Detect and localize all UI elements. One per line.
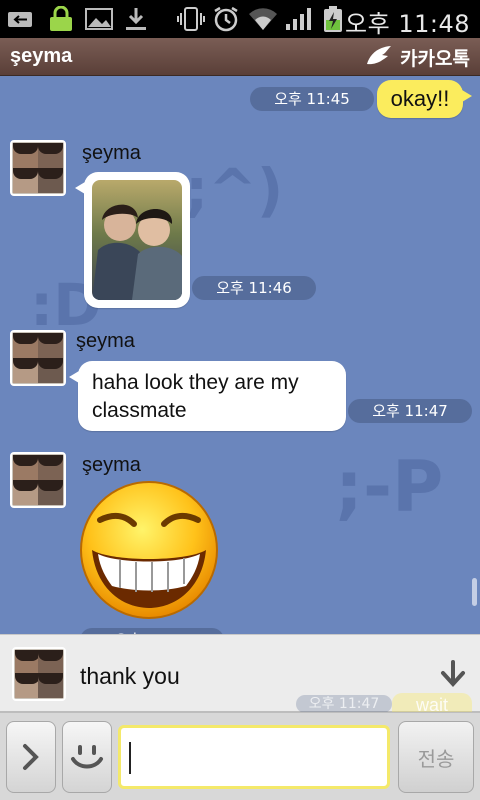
watermark-emoticon: ;^) (185, 156, 284, 224)
chat-title: şeyma (10, 45, 73, 67)
sender-name: şeyma (76, 330, 135, 352)
title-bar: şeyma 카카오톡 (0, 38, 480, 76)
kakaotalk-brand: 카카오톡 (364, 44, 470, 70)
new-message-banner[interactable]: thank you 오후 11:47 wait (0, 634, 480, 713)
chevron-right-icon (23, 744, 39, 770)
signal-icon (286, 8, 311, 30)
outgoing-message-bubble: wait (392, 693, 472, 713)
input-bar: 전송 (0, 712, 480, 800)
expand-menu-button[interactable] (6, 721, 56, 793)
brand-label: 카카오톡 (400, 47, 470, 70)
image-icon (85, 8, 113, 30)
alarm-icon (214, 6, 238, 32)
avatar (12, 647, 66, 701)
message-input-field[interactable] (118, 725, 390, 789)
battery-charging-icon (324, 6, 342, 32)
chat-area[interactable]: ;^) :D ;-P 오후 11:45 okay!! şeyma 오후 11:4… (0, 76, 480, 712)
grinning-face-icon[interactable] (76, 480, 222, 620)
wifi-icon (249, 8, 277, 30)
status-bar: 오후 11:48 (0, 0, 480, 38)
avatar[interactable] (10, 452, 66, 508)
photo-image (92, 204, 182, 300)
send-button[interactable]: 전송 (398, 721, 474, 793)
lock-icon (50, 6, 72, 31)
avatar[interactable] (10, 140, 66, 196)
incoming-message-bubble[interactable]: haha look they are my classmate (69, 361, 346, 431)
scrollbar[interactable] (472, 578, 477, 606)
usb-icon (8, 12, 32, 27)
sender-name: şeyma (82, 454, 141, 476)
shared-photo[interactable] (92, 180, 182, 300)
message-time: 오후 11:46 (192, 276, 316, 300)
text-cursor (129, 742, 131, 774)
kakaotalk-logo-icon (367, 46, 392, 65)
message-time: 오후 11:47 (296, 695, 392, 713)
banner-message-text: thank you (80, 663, 180, 689)
download-icon (126, 8, 146, 30)
status-time: 오후 11:48 (345, 10, 470, 38)
emoticon-button[interactable] (62, 721, 112, 793)
message-time: 오후 11:47 (348, 399, 472, 423)
avatar[interactable] (10, 330, 66, 386)
arrow-down-icon[interactable] (438, 659, 468, 689)
message-input[interactable] (121, 728, 387, 786)
watermark-emoticon: ;-P (335, 446, 444, 528)
photo-message-bubble[interactable] (75, 172, 190, 308)
message-time: 오후 11:45 (250, 87, 374, 111)
smiley-icon (71, 745, 103, 769)
vibrate-icon (177, 7, 205, 31)
sender-name: şeyma (82, 142, 141, 164)
outgoing-message-bubble[interactable]: okay!! (377, 80, 472, 118)
